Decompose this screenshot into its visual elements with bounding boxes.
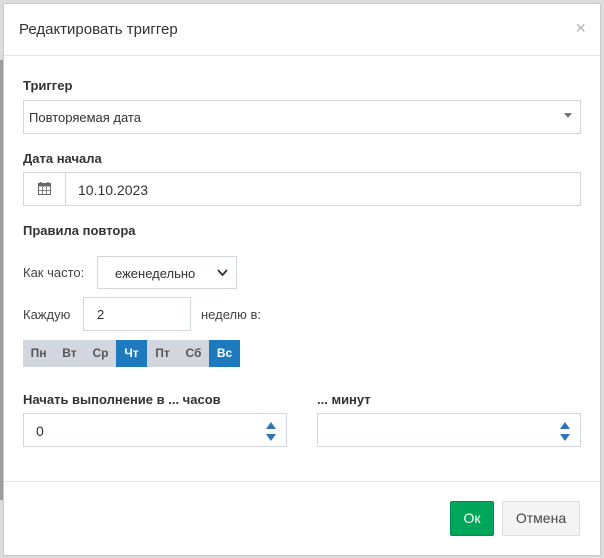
day-toggle-mon[interactable]: Пн [23, 340, 54, 367]
minutes-increment-icon[interactable] [560, 422, 570, 429]
weekday-selector: Пн Вт Ср Чт Пт Сб Вс [23, 340, 240, 367]
repeat-rules-label: Правила повтора [23, 223, 136, 238]
cancel-button[interactable]: Отмена [502, 501, 580, 536]
day-toggle-thu[interactable]: Чт [116, 340, 147, 367]
dialog-header: Редактировать триггер × [4, 4, 600, 56]
day-toggle-tue[interactable]: Вт [54, 340, 85, 367]
footer-divider [4, 481, 600, 482]
hours-increment-icon[interactable] [266, 422, 276, 429]
ok-button[interactable]: Ок [450, 501, 494, 536]
day-toggle-wed[interactable]: Ср [85, 340, 116, 367]
every-label: Каждую [23, 307, 71, 322]
trigger-select[interactable]: Повторяемая дата [23, 100, 581, 134]
trigger-label: Триггер [23, 78, 73, 93]
minutes-input[interactable] [317, 413, 581, 447]
start-date-label: Дата начала [23, 151, 102, 166]
caret-down-icon [564, 113, 572, 118]
day-toggle-sun[interactable]: Вс [209, 340, 240, 367]
day-toggle-fri[interactable]: Пт [147, 340, 178, 367]
week-suffix-label: неделю в: [201, 307, 261, 322]
minutes-label: ... минут [317, 392, 371, 407]
interval-value: 2 [97, 307, 105, 322]
hours-value: 0 [36, 423, 44, 439]
interval-input[interactable]: 2 [83, 297, 191, 331]
trigger-select-value: Повторяемая дата [29, 110, 141, 125]
hours-decrement-icon[interactable] [266, 434, 276, 441]
close-button[interactable]: × [575, 18, 586, 38]
hours-label: Начать выполнение в ... часов [23, 392, 221, 407]
how-often-label: Как часто: [23, 265, 85, 280]
edit-trigger-dialog: Редактировать триггер × Триггер Повторяе… [3, 3, 601, 556]
frequency-select-value: еженедельно [115, 266, 196, 281]
start-date-input[interactable]: 10.10.2023 [78, 182, 148, 198]
dialog-title: Редактировать триггер [19, 21, 178, 38]
minutes-decrement-icon[interactable] [560, 434, 570, 441]
frequency-select[interactable]: еженедельно [97, 256, 237, 289]
start-date-field[interactable]: 10.10.2023 [23, 172, 581, 206]
calendar-icon [38, 182, 51, 195]
calendar-button[interactable] [24, 173, 66, 205]
hours-input[interactable]: 0 [23, 413, 287, 447]
day-toggle-sat[interactable]: Сб [178, 340, 209, 367]
chevron-down-icon [217, 269, 228, 277]
